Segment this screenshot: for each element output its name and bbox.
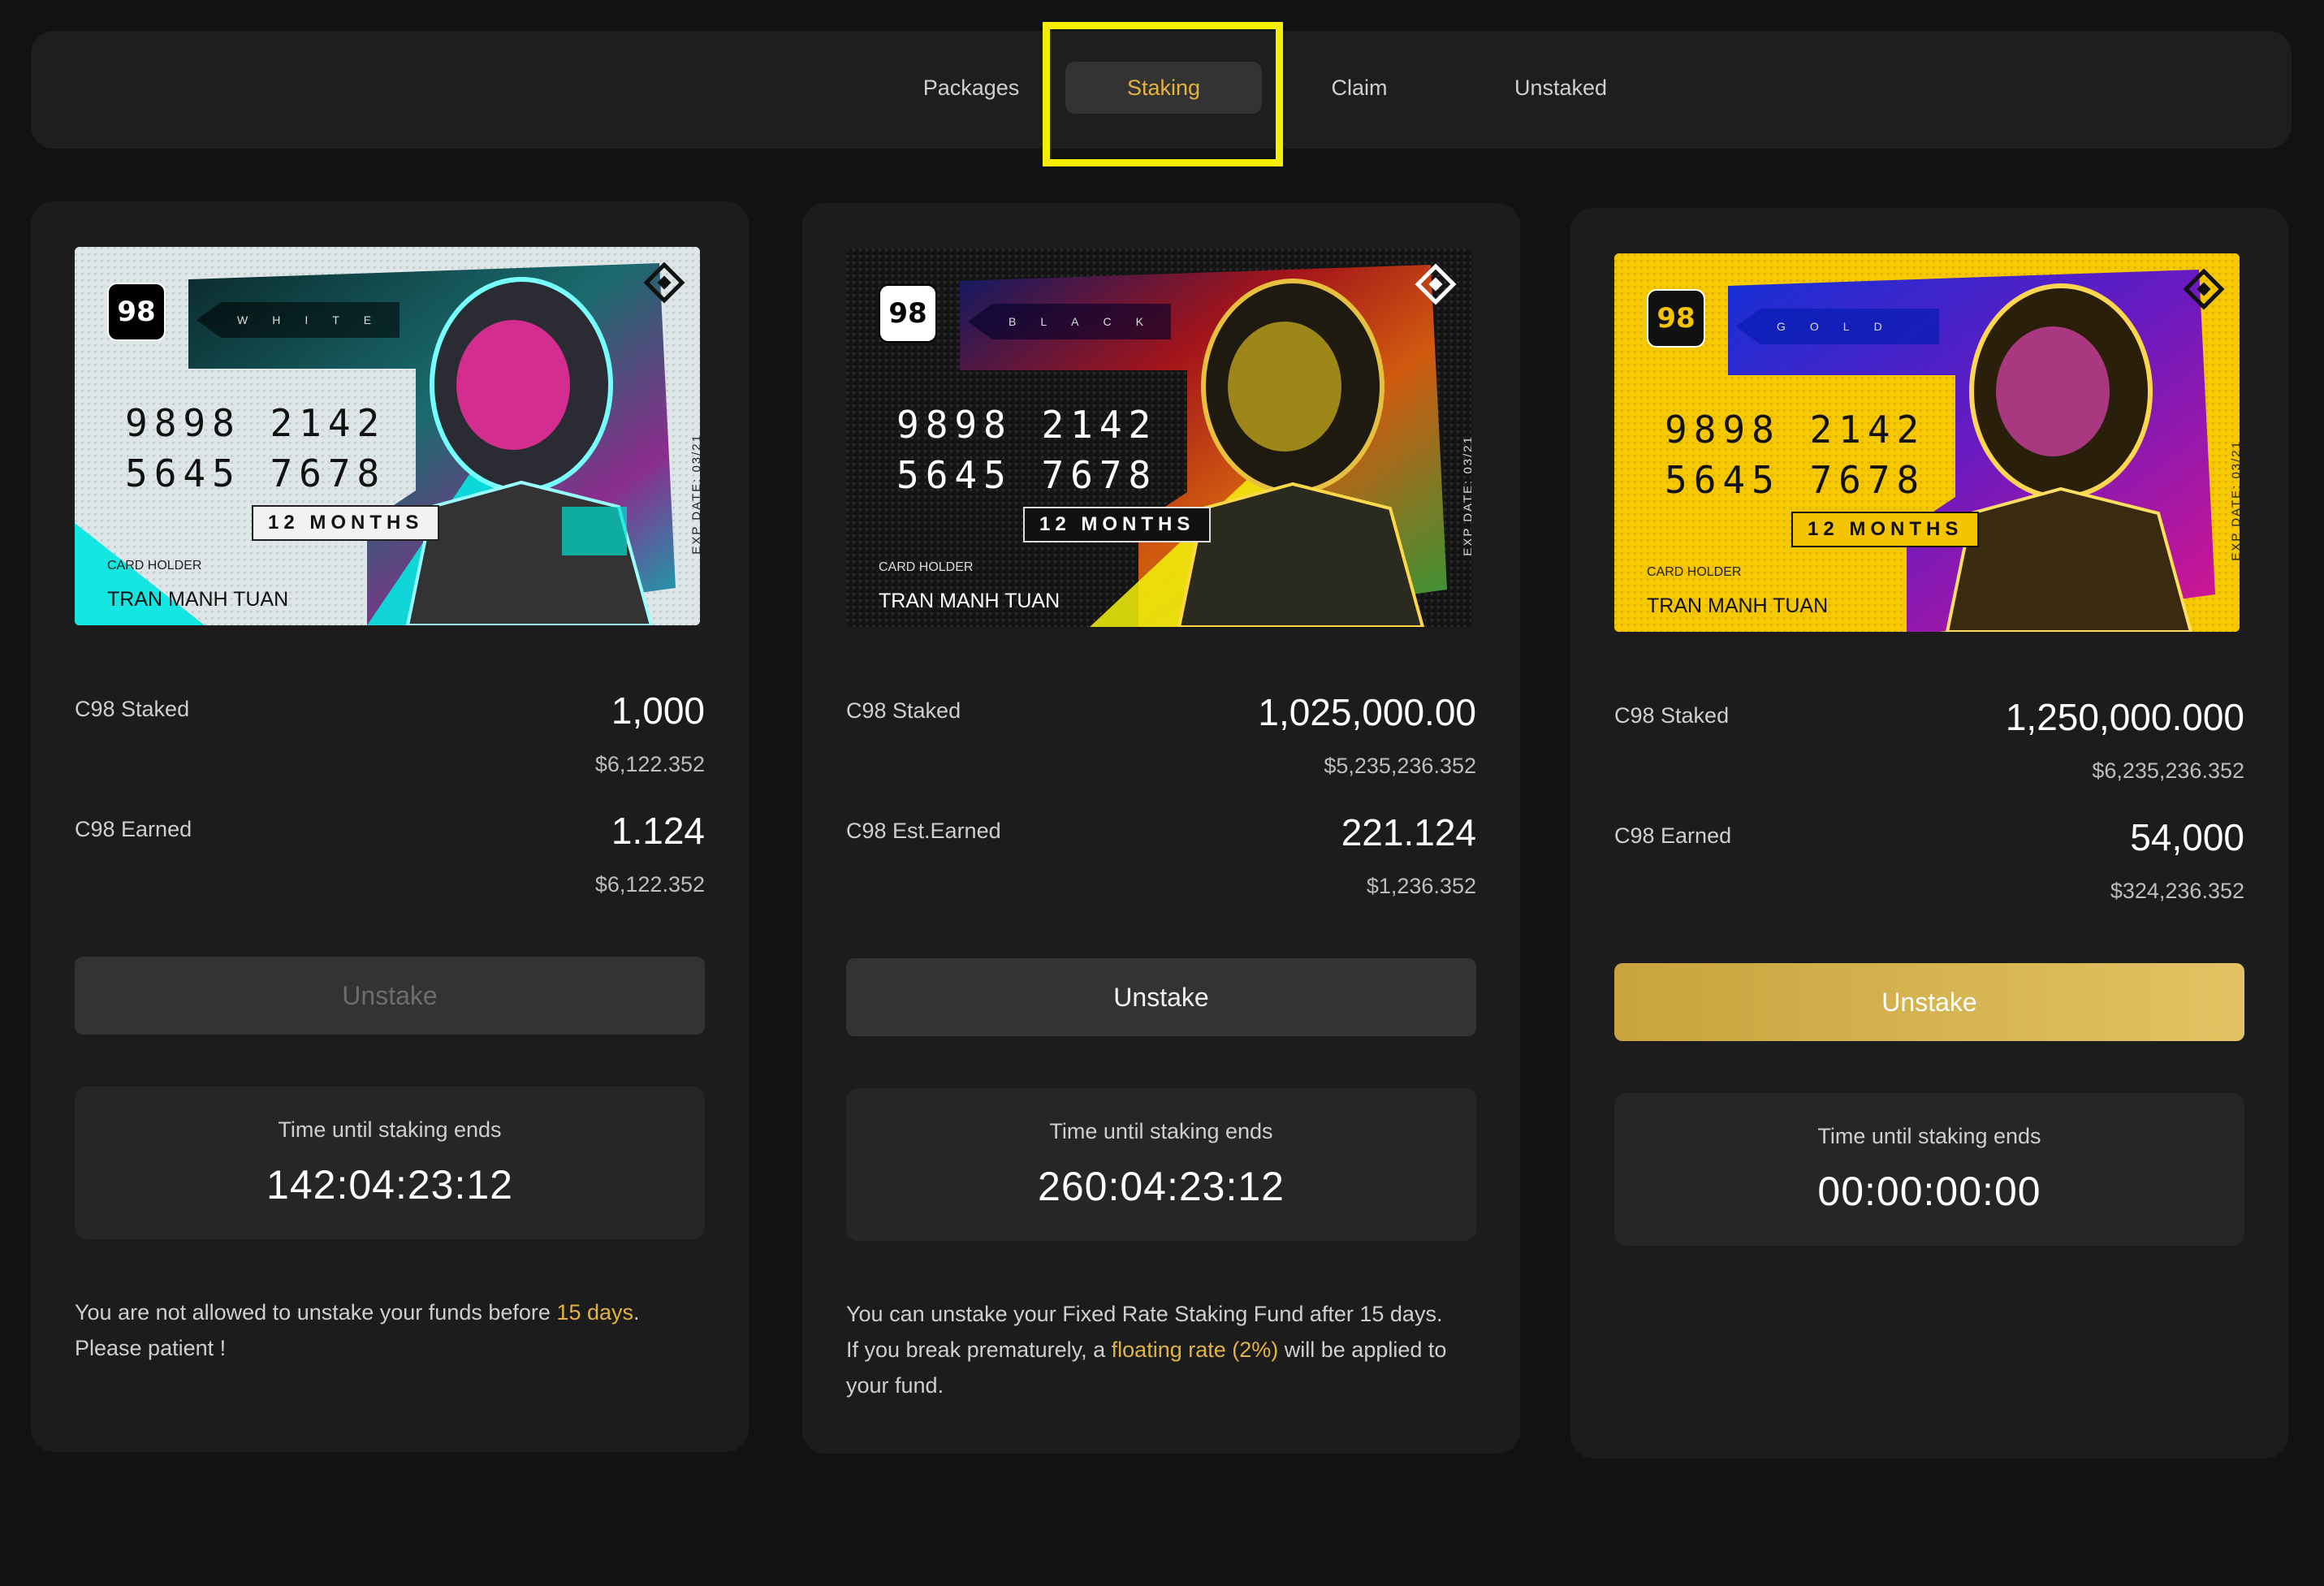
c98-logo: 98 <box>1647 289 1705 348</box>
earned-label: C98 Earned <box>1614 823 1732 848</box>
note-highlight: 15 days <box>556 1300 633 1325</box>
note-text: Please patient ! <box>75 1336 227 1360</box>
note-text: . <box>633 1300 640 1325</box>
card-number-line2: 5645 7678 <box>125 452 387 495</box>
timer-label: Time until staking ends <box>1817 1124 2041 1148</box>
staked-value: 1,025,000.00 <box>1258 691 1476 733</box>
nft-card-gold: 98 GOLD 9898 2142 5645 7678 12 MONTHS CA… <box>1614 253 2240 632</box>
staking-card-white: 98 WHITE 9898 2142 5645 7678 12 MONTHS C… <box>31 201 749 1452</box>
timer-value: 00:00:00:00 <box>1817 1169 2041 1214</box>
staking-timer: Time until staking ends 00:00:00:00 <box>1614 1093 2244 1246</box>
tab-claim[interactable]: Claim <box>1278 62 1441 114</box>
earned-usd: $324,236.352 <box>2110 879 2244 903</box>
earned-label: C98 Earned <box>75 817 192 841</box>
staked-label: C98 Staked <box>1614 703 1730 728</box>
card-tier-label: GOLD <box>1736 309 1939 344</box>
nft-card-black: 98 BLACK 9898 2142 5645 7678 12 MONTHS C… <box>846 248 1471 627</box>
unstake-button[interactable]: Unstake <box>846 958 1476 1036</box>
note-highlight[interactable]: floating rate (2%) <box>1112 1338 1279 1362</box>
tab-unstaked[interactable]: Unstaked <box>1471 62 1650 114</box>
earned-label: C98 Est.Earned <box>846 819 1001 843</box>
staked-label: C98 Staked <box>75 697 190 721</box>
staked-usd: $6,235,236.352 <box>2092 758 2244 783</box>
earned-value: 1.124 <box>611 810 705 852</box>
note-text: You are not allowed to unstake your fund… <box>75 1300 557 1325</box>
staking-card-black: 98 BLACK 9898 2142 5645 7678 12 MONTHS C… <box>802 203 1520 1454</box>
earned-usd: $6,122.352 <box>594 872 705 897</box>
earned-value: 221.124 <box>1341 811 1476 854</box>
unstake-note: You can unstake your Fixed Rate Staking … <box>846 1296 1488 1403</box>
staked-value: 1,250,000.000 <box>2005 696 2244 738</box>
card-number-line2: 5645 7678 <box>896 453 1158 497</box>
staking-timer: Time until staking ends 260:04:23:12 <box>846 1088 1476 1241</box>
astronaut-figure <box>1945 283 2193 632</box>
card-holder-label: CARD HOLDER <box>107 559 202 573</box>
note-text: You can unstake your Fixed Rate Staking … <box>846 1302 1443 1326</box>
tab-packages[interactable]: Packages <box>890 62 1052 114</box>
note-text: If you break prematurely, a <box>846 1338 1112 1362</box>
timer-label: Time until staking ends <box>278 1117 502 1142</box>
card-exp-date: EXP DATE: 03/21 <box>1462 435 1471 556</box>
earned-value: 54,000 <box>2130 816 2244 858</box>
card-holder-name: TRAN MANH TUAN <box>107 588 289 611</box>
card-holder-name: TRAN MANH TUAN <box>1647 594 1829 617</box>
staked-usd: $6,122.352 <box>594 752 705 776</box>
card-tier-label: WHITE <box>197 302 400 338</box>
c98-logo: 98 <box>107 283 166 341</box>
timer-label: Time until staking ends <box>1049 1119 1273 1143</box>
card-holder-label: CARD HOLDER <box>1647 565 1742 579</box>
astronaut-figure <box>405 277 654 625</box>
staked-usd: $5,235,236.352 <box>1324 754 1476 778</box>
staking-tab-highlight <box>1043 22 1283 166</box>
card-holder-name: TRAN MANH TUAN <box>879 590 1060 612</box>
astronaut-figure <box>1177 279 1425 627</box>
card-number-line1: 9898 2142 <box>1665 408 1926 452</box>
card-holder-label: CARD HOLDER <box>879 560 974 574</box>
card-number-line1: 9898 2142 <box>125 401 387 445</box>
timer-value: 260:04:23:12 <box>1038 1164 1285 1209</box>
timer-value: 142:04:23:12 <box>266 1162 513 1208</box>
staking-timer: Time until staking ends 142:04:23:12 <box>75 1087 705 1239</box>
c98-logo: 98 <box>879 284 937 343</box>
unstake-button[interactable]: Unstake <box>75 957 705 1035</box>
unstake-note: You are not allowed to unstake your fund… <box>75 1294 716 1366</box>
staked-label: C98 Staked <box>846 698 961 723</box>
card-exp-date: EXP DATE: 03/21 <box>2230 440 2240 561</box>
staking-card-gold: 98 GOLD 9898 2142 5645 7678 12 MONTHS CA… <box>1570 208 2288 1459</box>
card-number-line2: 5645 7678 <box>1665 458 1926 502</box>
card-months-badge: 12 MONTHS <box>1023 507 1212 542</box>
card-months-badge: 12 MONTHS <box>252 505 440 541</box>
staked-value: 1,000 <box>611 689 705 732</box>
earned-usd: $1,236.352 <box>1366 874 1476 898</box>
card-exp-date: EXP DATE: 03/21 <box>690 434 700 555</box>
card-number-line1: 9898 2142 <box>896 403 1158 447</box>
unstake-button[interactable]: Unstake <box>1614 963 2244 1041</box>
card-months-badge: 12 MONTHS <box>1791 512 1980 547</box>
nft-card-white: 98 WHITE 9898 2142 5645 7678 12 MONTHS C… <box>75 247 700 625</box>
card-tier-label: BLACK <box>968 304 1171 339</box>
